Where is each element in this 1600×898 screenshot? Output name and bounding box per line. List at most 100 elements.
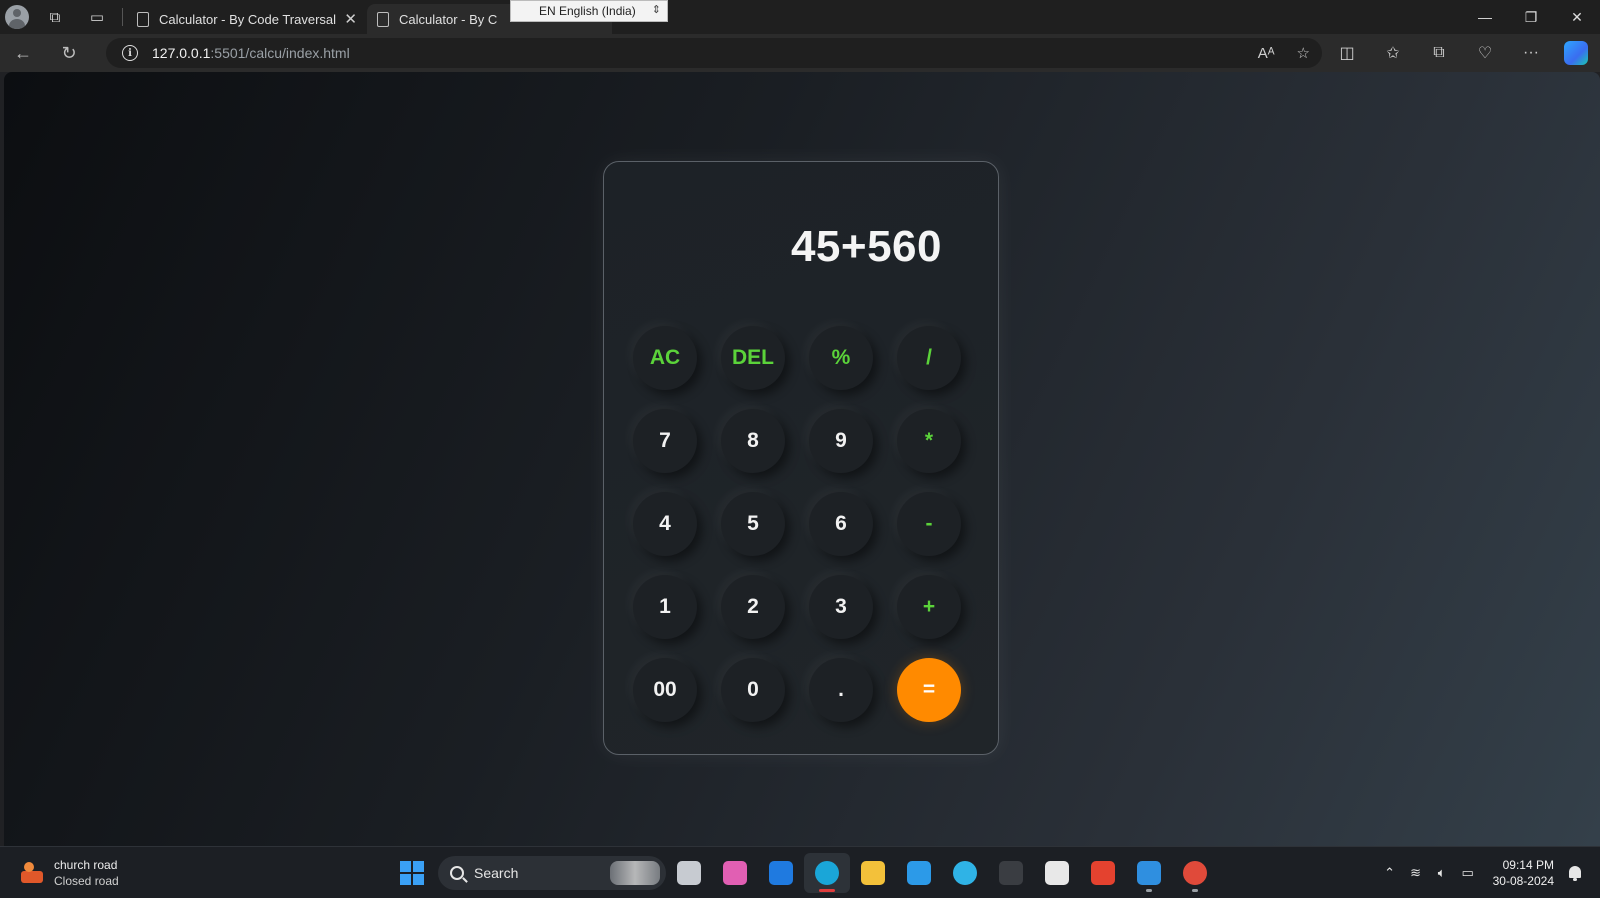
task-view-icon	[677, 861, 701, 885]
read-aloud-icon[interactable]: Aᴬ	[1258, 45, 1275, 62]
traffic-alert-icon	[18, 860, 44, 886]
start-button[interactable]	[392, 853, 432, 893]
task-view-app[interactable]	[666, 853, 712, 893]
key-multiply-button[interactable]: *	[897, 409, 961, 473]
key-decimal-button[interactable]: .	[809, 658, 873, 722]
key-5-button[interactable]: 5	[721, 492, 785, 556]
profile-avatar-icon	[5, 5, 29, 29]
key-3-button[interactable]: 3	[809, 575, 873, 639]
restore-icon[interactable]: ❐	[1508, 0, 1554, 34]
tab-title: Calculator - By Code Traversal	[159, 11, 337, 27]
chrome-app[interactable]	[1172, 853, 1218, 893]
wifi-icon[interactable]: ≋	[1404, 865, 1428, 881]
vscode-icon	[1137, 861, 1161, 885]
tab-calculator-1[interactable]: Calculator - By Code Traversal ✕	[127, 4, 367, 34]
key-8-button[interactable]: 8	[721, 409, 785, 473]
chevron-up-icon[interactable]: ⌃	[1378, 865, 1402, 881]
key-all-clear-button[interactable]: AC	[633, 326, 697, 390]
running-indicator	[1192, 889, 1198, 892]
workspaces-icon[interactable]: ⧉	[34, 0, 76, 34]
outlook-icon	[769, 861, 793, 885]
clock-time: 09:14 PM	[1502, 858, 1554, 872]
divider	[122, 8, 123, 26]
key-delete-button[interactable]: DEL	[721, 326, 785, 390]
file-explorer-icon	[861, 861, 885, 885]
key-2-button[interactable]: 2	[721, 575, 785, 639]
taskbar-apps: Search	[392, 853, 1218, 893]
running-indicator	[819, 889, 835, 892]
system-tray: ⌃ ≋ 🔈︎ ▭ 09:14 PM 30-08-2024	[1377, 853, 1582, 893]
weather-widget[interactable]: church road Closed road	[18, 857, 119, 889]
key-percent-button[interactable]: %	[809, 326, 873, 390]
volume-icon[interactable]: 🔈︎	[1430, 865, 1454, 881]
favorites-icon[interactable]: ✩	[1370, 34, 1416, 72]
windows-taskbar: church road Closed road Search ⌃ ≋ 🔈︎ ▭ …	[0, 846, 1600, 898]
key-divide-button[interactable]: /	[897, 326, 961, 390]
search-icon	[450, 866, 464, 880]
browser-essentials-icon[interactable]: ♡	[1462, 34, 1508, 72]
tab-actions-icon[interactable]: ▭	[76, 0, 118, 34]
key-equals-button[interactable]: =	[897, 658, 961, 722]
edge-app[interactable]	[804, 853, 850, 893]
scroll-icon: ⇕	[651, 4, 661, 16]
key-9-button[interactable]: 9	[809, 409, 873, 473]
close-tab-icon[interactable]: ✕	[344, 10, 357, 28]
more-menu-icon[interactable]: ···	[1508, 34, 1554, 72]
l-app[interactable]	[896, 853, 942, 893]
vscode-app[interactable]	[1126, 853, 1172, 893]
browser-toolbar: ← ↻ i 127.0.0.1:5501/calcu/index.html Aᴬ…	[0, 34, 1600, 72]
address-bar[interactable]: i 127.0.0.1:5501/calcu/index.html Aᴬ ☆	[106, 38, 1322, 68]
close-window-icon[interactable]: ✕	[1554, 0, 1600, 34]
url-text: 127.0.0.1:5501/calcu/index.html	[152, 45, 350, 61]
notification-bell-icon[interactable]	[1568, 865, 1582, 881]
key-4-button[interactable]: 4	[633, 492, 697, 556]
language-tooltip: EN English (India) ⇕	[510, 0, 668, 22]
search-label: Search	[474, 865, 519, 881]
weather-subtitle: Closed road	[54, 874, 119, 888]
word-app[interactable]	[1034, 853, 1080, 893]
page-icon	[377, 11, 389, 27]
copilot-icon	[723, 861, 747, 885]
profile-button[interactable]	[0, 0, 34, 34]
refresh-icon[interactable]: ↻	[46, 34, 92, 72]
collections-icon[interactable]: ⧉	[1416, 34, 1462, 72]
page-viewport: 45+560 AC DEL%/7 8 9 * 4 5 6-1 2 3 +00 0. =	[4, 72, 1600, 846]
minimize-icon[interactable]: —	[1462, 0, 1508, 34]
weather-title: church road	[54, 858, 118, 872]
back-icon[interactable]: ←	[0, 34, 46, 72]
window-controls: — ❐ ✕	[1462, 0, 1600, 34]
browser-tab-strip: ⧉ ▭ Calculator - By Code Traversal ✕ Cal…	[0, 0, 1600, 34]
terminal-icon	[999, 861, 1023, 885]
key-double-zero-button[interactable]: 00	[633, 658, 697, 722]
copilot-app[interactable]	[712, 853, 758, 893]
copilot-icon[interactable]	[1564, 41, 1588, 65]
file-explorer-app[interactable]	[850, 853, 896, 893]
terminal-app[interactable]	[988, 853, 1034, 893]
edge-icon	[815, 861, 839, 885]
page-icon	[137, 11, 149, 27]
outlook-app[interactable]	[758, 853, 804, 893]
split-screen-icon[interactable]: ◫	[1324, 34, 1370, 72]
running-indicator	[1146, 889, 1152, 892]
key-0-button[interactable]: 0	[721, 658, 785, 722]
clock[interactable]: 09:14 PM 30-08-2024	[1493, 857, 1554, 889]
l-icon	[907, 861, 931, 885]
calculator: 45+560 AC DEL%/7 8 9 * 4 5 6-1 2 3 +00 0. =	[603, 161, 999, 755]
taskbar-search[interactable]: Search	[438, 856, 666, 890]
word-icon	[1045, 861, 1069, 885]
key-1-button[interactable]: 1	[633, 575, 697, 639]
battery-icon[interactable]: ▭	[1456, 865, 1480, 881]
cortana-app[interactable]	[942, 853, 988, 893]
url-host: 127.0.0.1	[152, 45, 211, 61]
cortana-icon	[953, 861, 977, 885]
calculator-keypad: AC DEL%/7 8 9 * 4 5 6-1 2 3 +00 0. =	[633, 326, 961, 722]
key-7-button[interactable]: 7	[633, 409, 697, 473]
favorite-star-icon[interactable]: ☆	[1297, 44, 1310, 62]
key-subtract-button[interactable]: -	[897, 492, 961, 556]
recorder-icon	[1091, 861, 1115, 885]
calculator-display: 45+560	[790, 222, 942, 271]
key-6-button[interactable]: 6	[809, 492, 873, 556]
recorder-app[interactable]	[1080, 853, 1126, 893]
key-add-button[interactable]: +	[897, 575, 961, 639]
site-info-icon[interactable]: i	[122, 45, 138, 61]
